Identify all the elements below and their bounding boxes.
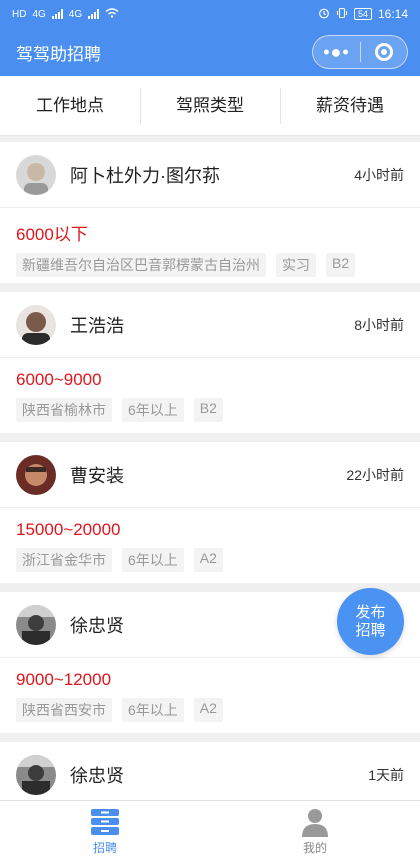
network-4g-label: 4G (32, 8, 46, 20)
close-circle-icon[interactable] (361, 43, 407, 61)
alarm-icon (318, 7, 330, 22)
poster-name: 徐忠贤 (70, 765, 124, 786)
salary: 6000以下 (16, 225, 88, 244)
avatar (16, 604, 56, 645)
tag-location: 新疆维吾尔自治区巴音郭楞蒙古自治州 (16, 253, 266, 277)
avatar (16, 304, 56, 345)
job-card-header: 徐忠贤 1天前 (0, 742, 420, 808)
app-title: 驾驾助招聘 (16, 44, 101, 64)
battery-indicator: 54 (353, 8, 372, 20)
status-right: 54 16:14 (318, 7, 408, 22)
job-card[interactable]: 阿卜杜外力·图尔荪 4小时前 6000以下 新疆维吾尔自治区巴音郭楞蒙古自治州 … (0, 142, 420, 283)
tag-license: B2 (326, 253, 356, 277)
post-time: 1天前 (368, 766, 404, 783)
hd-indicator: HD (12, 8, 27, 20)
salary: 9000~12000 (16, 670, 112, 689)
filter-salary[interactable]: 薪资待遇 (280, 76, 420, 135)
salary: 6000~9000 (16, 370, 102, 389)
tag-experience: 6年以上 (122, 398, 184, 422)
post-time: 22小时前 (346, 466, 404, 483)
tag-experience: 6年以上 (122, 548, 184, 572)
tag-experience: 6年以上 (122, 698, 184, 722)
avatar (16, 154, 56, 195)
tag-experience: 实习 (276, 253, 316, 277)
post-time: 4小时前 (354, 166, 404, 183)
tag-list: 浙江省金华市 6年以上 A2 (0, 540, 420, 572)
title-bar: 驾驾助招聘 •●• (0, 28, 420, 76)
mini-program-capsule: •●• (312, 35, 408, 69)
tag-location: 陕西省西安市 (16, 698, 112, 722)
vibrate-icon (336, 7, 348, 22)
tag-list: 陕西省榆林市 6年以上 B2 (0, 390, 420, 422)
clock: 16:14 (377, 7, 408, 21)
signal-icon-2 (88, 9, 100, 19)
tag-list: 新疆维吾尔自治区巴音郭楞蒙古自治州 实习 B2 (0, 245, 420, 277)
post-job-label-1: 发布 (355, 603, 386, 621)
tab-bar: 招聘 我的 (0, 800, 420, 857)
network-4g-label-2: 4G (68, 8, 83, 20)
tab-mine[interactable]: 我的 (210, 801, 420, 857)
post-job-button[interactable]: 发布 招聘 (337, 588, 404, 655)
more-dots-icon[interactable]: •●• (313, 35, 360, 69)
poster-name: 曹安装 (70, 465, 124, 486)
job-card-header: 王浩浩 8小时前 (0, 292, 420, 358)
filter-location[interactable]: 工作地点 (0, 76, 140, 135)
salary: 15000~20000 (16, 520, 121, 539)
avatar (16, 454, 56, 495)
job-card-header: 曹安装 22小时前 (0, 442, 420, 508)
job-list: 阿卜杜外力·图尔荪 4小时前 6000以下 新疆维吾尔自治区巴音郭楞蒙古自治州 … (0, 142, 420, 857)
job-card[interactable]: 王浩浩 8小时前 6000~9000 陕西省榆林市 6年以上 B2 (0, 292, 420, 433)
tab-recruit[interactable]: 招聘 (0, 801, 210, 857)
poster-name: 阿卜杜外力·图尔荪 (70, 165, 220, 186)
filter-bar: 工作地点 驾照类型 薪资待遇 (0, 76, 420, 136)
filter-license-type[interactable]: 驾照类型 (140, 76, 280, 135)
job-card[interactable]: 曹安装 22小时前 15000~20000 浙江省金华市 6年以上 A2 (0, 442, 420, 583)
signal-icon (51, 9, 63, 19)
tag-location: 浙江省金华市 (16, 548, 112, 572)
status-left: HD 4G 4G (12, 7, 119, 21)
wifi-icon (105, 7, 119, 21)
drawer-icon (90, 807, 120, 837)
tab-label: 我的 (302, 841, 327, 855)
poster-name: 王浩浩 (70, 315, 124, 336)
avatar (16, 754, 56, 795)
tag-list: 陕西省西安市 6年以上 A2 (0, 690, 420, 722)
post-job-label-2: 招聘 (355, 621, 386, 639)
status-bar: HD 4G 4G 54 16:14 (0, 0, 420, 28)
tag-license: B2 (193, 398, 223, 422)
post-time: 8小时前 (354, 316, 404, 333)
tab-label: 招聘 (92, 841, 117, 855)
tag-location: 陕西省榆林市 (16, 398, 112, 422)
tag-license: A2 (193, 548, 223, 572)
job-card-header: 阿卜杜外力·图尔荪 4小时前 (0, 142, 420, 208)
tag-license: A2 (193, 698, 223, 722)
user-icon (300, 807, 330, 837)
